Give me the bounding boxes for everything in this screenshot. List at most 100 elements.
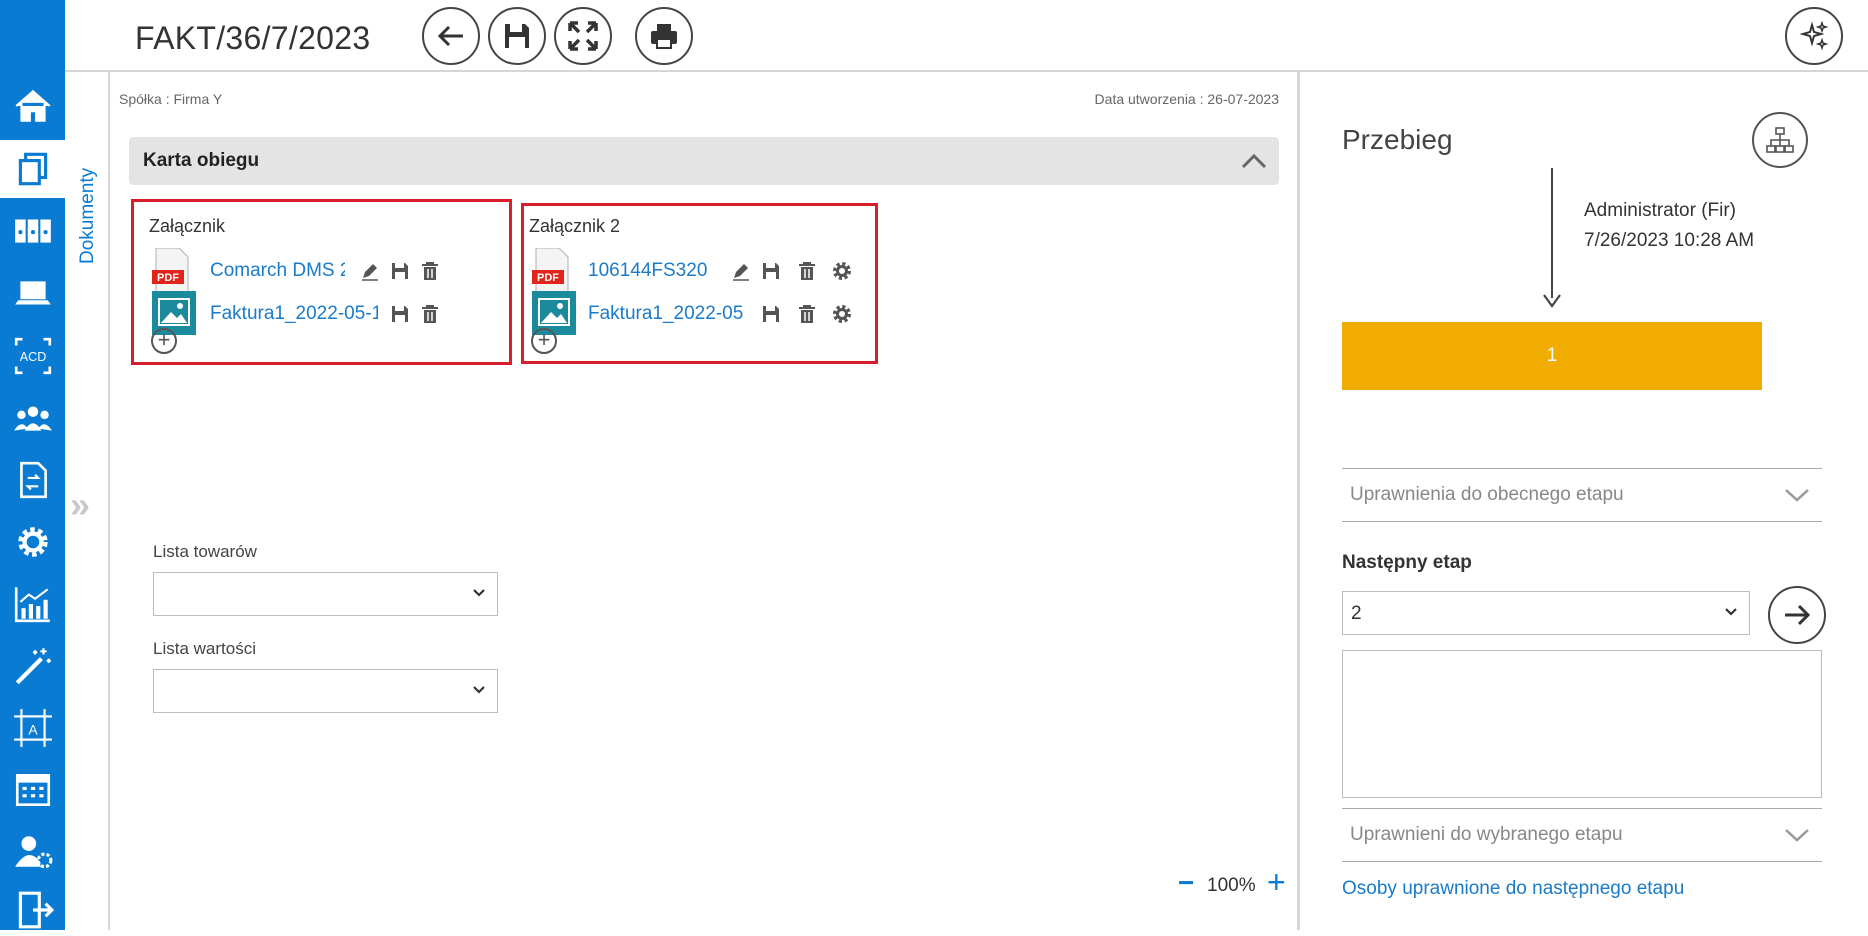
chart-icon[interactable] [0, 578, 65, 630]
delete-icon[interactable] [419, 303, 441, 325]
file-row: PDF 106144FS320 [532, 247, 872, 294]
chevron-down-icon [1785, 829, 1809, 842]
expand-panel-icon[interactable]: » [70, 484, 90, 526]
hierarchy-icon [1766, 127, 1794, 153]
pdf-file-icon: PDF [152, 247, 192, 293]
main-content: Spółka : Firma Y Data utworzenia : 26-07… [111, 72, 1297, 930]
add-attachment-button[interactable]: + [531, 328, 557, 354]
zoom-out-button[interactable]: − [1178, 867, 1194, 899]
ocr-icon[interactable]: ACD [0, 330, 65, 382]
chevron-down-icon [1785, 489, 1809, 502]
chevron-down-icon [473, 589, 485, 597]
workflow-panel: Przebieg Administrator (Fir) 7/26/2023 1… [1297, 72, 1868, 930]
next-stage-value: 2 [1351, 603, 1362, 624]
collapse-icon[interactable] [1241, 151, 1267, 171]
settings-icon[interactable] [0, 516, 65, 568]
save-file-icon[interactable] [760, 303, 782, 325]
file-link[interactable]: 106144FS320 [588, 260, 710, 282]
accordion-label: Uprawnieni do wybranego etapu [1350, 824, 1623, 845]
attachment-label: Załącznik 2 [529, 216, 621, 236]
file-link[interactable]: Faktura1_2022-05-17_ [210, 303, 378, 325]
next-stage-select[interactable]: 2 [1342, 591, 1750, 635]
logout-icon[interactable] [0, 884, 65, 936]
workflow-doc-icon[interactable] [0, 454, 65, 506]
settings-icon[interactable] [831, 303, 853, 325]
svg-text:A: A [28, 722, 38, 737]
delete-icon[interactable] [796, 260, 818, 282]
header-bar: FAKT/36/7/2023 [65, 0, 1868, 72]
comment-textarea[interactable] [1342, 650, 1822, 798]
fullscreen-button[interactable] [554, 7, 612, 65]
wand-icon[interactable] [0, 640, 65, 692]
section-title: Karta obiegu [143, 150, 260, 171]
zoom-in-button[interactable]: + [1267, 864, 1286, 901]
back-button[interactable] [422, 7, 480, 65]
back-icon [437, 25, 463, 47]
svg-text:PDF: PDF [157, 272, 179, 284]
save-button[interactable] [488, 7, 546, 65]
binders-icon[interactable] [0, 204, 65, 256]
print-button[interactable] [635, 7, 693, 65]
print-icon [651, 24, 677, 49]
side-tab-label: Dokumenty [77, 167, 98, 264]
user-settings-icon[interactable] [0, 826, 65, 878]
accordion-label: Uprawnienia do obecnego etapu [1350, 484, 1624, 505]
svg-text:PDF: PDF [537, 272, 559, 284]
file-row: Faktura1_2022-05-17_ [152, 291, 502, 337]
documents-icon[interactable] [0, 140, 65, 198]
attachment-group-1: Załącznik PDF Comarch DMS 202 Faktura1_2… [131, 199, 512, 365]
creation-date: Data utworzenia : 26-07-2023 [1094, 91, 1279, 107]
magic-icon [1799, 20, 1829, 51]
fullscreen-icon [568, 21, 598, 51]
pdf-file-icon: PDF [532, 247, 572, 293]
zoom-level: 100% [1207, 875, 1256, 896]
delete-icon[interactable] [419, 260, 441, 282]
add-attachment-button[interactable]: + [151, 328, 177, 354]
file-link[interactable]: Comarch DMS 202 [210, 260, 345, 282]
stage-box[interactable]: 1 [1342, 322, 1762, 390]
save-file-icon[interactable] [389, 303, 411, 325]
section-header[interactable]: Karta obiegu [129, 137, 1279, 185]
left-navigation: ACD A [0, 0, 65, 930]
stage-author-info: Administrator (Fir) 7/26/2023 10:28 AM [1584, 196, 1754, 256]
values-list-select[interactable] [153, 669, 498, 713]
arrow-head-icon [1543, 294, 1561, 308]
document-title: FAKT/36/7/2023 [135, 20, 371, 56]
goods-list-select[interactable] [153, 572, 498, 616]
ai-assistant-button[interactable] [1785, 7, 1843, 65]
template-icon[interactable]: A [0, 702, 65, 754]
attachment-group-2: Załącznik 2 PDF 106144FS320 Faktura1_202… [521, 203, 878, 364]
flow-arrow [1551, 168, 1553, 298]
laptop-icon[interactable] [0, 268, 65, 320]
stage-author: Administrator (Fir) [1584, 200, 1737, 221]
settings-icon[interactable] [831, 260, 853, 282]
chevron-down-icon [473, 686, 485, 694]
current-permissions-accordion[interactable]: Uprawnienia do obecnego etapu [1342, 468, 1822, 522]
attachment-label: Załącznik [149, 216, 226, 236]
save-icon [505, 24, 529, 48]
field-label: Lista towarów [153, 542, 257, 561]
file-row: Faktura1_2022-05 [532, 291, 872, 337]
selected-permissions-accordion[interactable]: Uprawnieni do wybranego etapu [1342, 808, 1822, 862]
arrow-right-icon [1785, 604, 1811, 626]
authorized-people-link[interactable]: Osoby uprawnione do następnego etapu [1342, 878, 1684, 900]
users-icon[interactable] [0, 392, 65, 444]
workflow-diagram-button[interactable] [1752, 112, 1808, 168]
chevron-down-icon [1725, 608, 1737, 616]
home-icon[interactable] [0, 80, 65, 132]
calendar-icon[interactable] [0, 764, 65, 816]
next-stage-label: Następny etap [1342, 552, 1472, 573]
go-to-next-stage-button[interactable] [1768, 586, 1826, 644]
delete-icon[interactable] [796, 303, 818, 325]
file-link[interactable]: Faktura1_2022-05 [588, 303, 744, 325]
workflow-title: Przebieg [1342, 124, 1453, 155]
edit-icon[interactable] [359, 260, 381, 282]
field-label: Lista wartości [153, 639, 256, 658]
save-file-icon[interactable] [760, 260, 782, 282]
save-file-icon[interactable] [389, 260, 411, 282]
svg-text:ACD: ACD [19, 350, 46, 364]
company-label: Spółka : Firma Y [119, 91, 223, 107]
file-row: PDF Comarch DMS 202 [152, 247, 502, 294]
stage-timestamp: 7/26/2023 10:28 AM [1584, 230, 1755, 251]
edit-icon[interactable] [730, 260, 752, 282]
